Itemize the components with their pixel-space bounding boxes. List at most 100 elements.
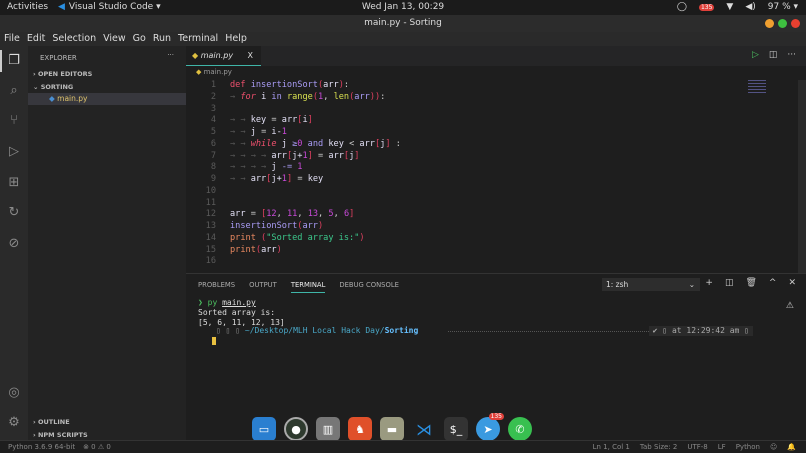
menu-edit[interactable]: Edit [27,32,45,46]
files-app-icon[interactable]: ▭ [252,417,276,441]
explorer-title: EXPLORER [40,54,77,62]
menu-selection[interactable]: Selection [52,32,96,46]
tab-debug-console[interactable]: DEBUG CONSOLE [339,281,399,293]
code-line[interactable]: 1def insertionSort(arr): [186,80,401,92]
code-line[interactable]: 3 [186,104,401,116]
trash-app-icon[interactable]: ▥ [316,417,340,441]
archive-app-icon[interactable]: ▬ [380,417,404,441]
split-terminal-icon[interactable]: ◫ [725,278,734,288]
telegram-dock-icon[interactable]: ➤135 [476,417,500,441]
run-debug-icon[interactable]: ▷ [6,144,22,160]
code-line[interactable]: 12arr = [12, 11, 13, 5, 6] [186,209,401,221]
menu-help[interactable]: Help [225,32,247,46]
open-editors-section[interactable]: › OPEN EDITORS [33,70,92,78]
maximize-button[interactable] [778,19,787,28]
language-mode[interactable]: Python [736,441,760,453]
close-tab-button[interactable]: X [248,46,253,66]
account-icon[interactable]: ◎ [6,385,22,401]
radar-app-icon[interactable]: ● [284,417,308,441]
code-token: arr [271,151,287,163]
menu-run[interactable]: Run [153,32,171,46]
feedback-icon[interactable]: ☺ [770,441,777,453]
vscode-dock-icon[interactable]: ⋊ [412,417,436,441]
source-control-icon[interactable]: ⑂ [6,113,22,129]
command-arg: main.py [222,298,256,307]
problems-count[interactable]: ⊗ 0 ⚠ 0 [83,441,111,453]
npm-scripts-section[interactable]: › NPM SCRIPTS [33,431,88,439]
code-token: ] [308,115,313,127]
terminal-select[interactable]: 1: zsh⌄ [602,278,700,291]
code-line[interactable]: 16 [186,256,401,268]
timeline-icon[interactable]: ⊘ [6,236,22,252]
code-editor[interactable]: 1def insertionSort(arr):2→ for i in rang… [186,80,401,268]
cursor-position[interactable]: Ln 1, Col 1 [593,441,630,453]
menu-file[interactable]: File [4,32,20,46]
system-tray[interactable]: ◯ 135 ▼ ◀) 97 % ▾ [677,2,798,12]
whatsapp-tray-icon[interactable]: ◯ [677,2,687,12]
line-ending[interactable]: LF [718,441,726,453]
sorting-folder[interactable]: ⌄ SORTING [33,83,73,91]
close-window-button[interactable] [791,19,800,28]
tab-main-py[interactable]: ◆ main.pyX [186,46,261,66]
code-token: ) [318,221,323,233]
code-line[interactable]: 11 [186,198,401,210]
tab-output[interactable]: OUTPUT [249,281,277,293]
wifi-icon[interactable]: ▼ [726,2,733,12]
python-interpreter[interactable]: Python 3.6.9 64-bit [8,441,75,453]
menu-go[interactable]: Go [133,32,146,46]
menu-view[interactable]: View [103,32,126,46]
warning-icon[interactable]: ⚠ [786,301,794,311]
code-line[interactable]: 2→ for i in range(1, len(arr)): [186,92,401,104]
minimize-button[interactable] [765,19,774,28]
encoding[interactable]: UTF-8 [687,441,707,453]
trash-icon[interactable]: 🗑 [745,278,756,288]
code-token: "Sorted array is:" [266,233,359,245]
file-main-py[interactable]: ◆ main.py [28,93,186,105]
code-line[interactable]: 8→ → → → j -= 1 [186,162,401,174]
code-line[interactable]: 13insertionSort(arr) [186,221,401,233]
close-panel-icon[interactable]: ✕ [788,278,796,288]
outline-section[interactable]: › OUTLINE [33,418,70,426]
code-token: arr [230,209,251,221]
code-token: j [271,162,281,174]
extensions-icon[interactable]: ⊞ [6,175,22,191]
new-terminal-icon[interactable]: + [705,278,713,288]
volume-icon[interactable]: ◀) [745,2,755,12]
tab-terminal[interactable]: TERMINAL [291,281,326,293]
explorer-icon[interactable]: ❐ [6,53,22,69]
settings-gear-icon[interactable]: ⚙ [6,415,22,431]
run-file-icon[interactable]: ▷ [752,50,759,60]
tab-size[interactable]: Tab Size: 2 [640,441,677,453]
search-icon[interactable]: ⌕ [6,83,22,99]
code-token: arr [282,115,298,127]
code-token: key [251,115,272,127]
live-share-icon[interactable]: ↻ [6,205,22,221]
code-line[interactable]: 14print ("Sorted array is:") [186,233,401,245]
code-token: len [334,92,350,104]
more-actions-button[interactable]: ··· [167,51,174,59]
code-line[interactable]: 7→ → → → arr[j+1] = arr[j] [186,151,401,163]
more-icon[interactable]: ··· [787,50,796,60]
code-line[interactable]: 4→ → key = arr[i] [186,115,401,127]
battery-status[interactable]: 97 % ▾ [768,2,798,12]
split-editor-icon[interactable]: ◫ [769,50,778,60]
code-line[interactable]: 6→ → while j ≥0 and key < arr[j] : [186,139,401,151]
editor-scrollbar[interactable] [798,80,806,273]
dock: ▭ ● ▥ ♞ ▬ ⋊ $_ ➤135 ✆ [252,417,532,441]
breadcrumb[interactable]: ◆ main.py [196,68,232,76]
notifications-icon[interactable]: 🔔 [787,441,796,453]
code-line[interactable]: 15print(arr) [186,245,401,257]
telegram-tray-icon[interactable]: 135 [699,2,714,12]
maximize-panel-icon[interactable]: ^ [769,278,777,288]
tray-badge: 135 [699,4,714,11]
whatsapp-dock-icon[interactable]: ✆ [508,417,532,441]
code-line[interactable]: 5→ → j = i-1 [186,127,401,139]
terminal-output[interactable]: ❯ py main.py Sorted array is: [5, 6, 11,… [198,298,285,328]
code-line[interactable]: 9→ → arr[j+1] = key [186,174,401,186]
brave-browser-icon[interactable]: ♞ [348,417,372,441]
tab-problems[interactable]: PROBLEMS [198,281,235,293]
menu-terminal[interactable]: Terminal [178,32,218,46]
terminal-dock-icon[interactable]: $_ [444,417,468,441]
minimap[interactable] [748,80,766,94]
code-line[interactable]: 10 [186,186,401,198]
